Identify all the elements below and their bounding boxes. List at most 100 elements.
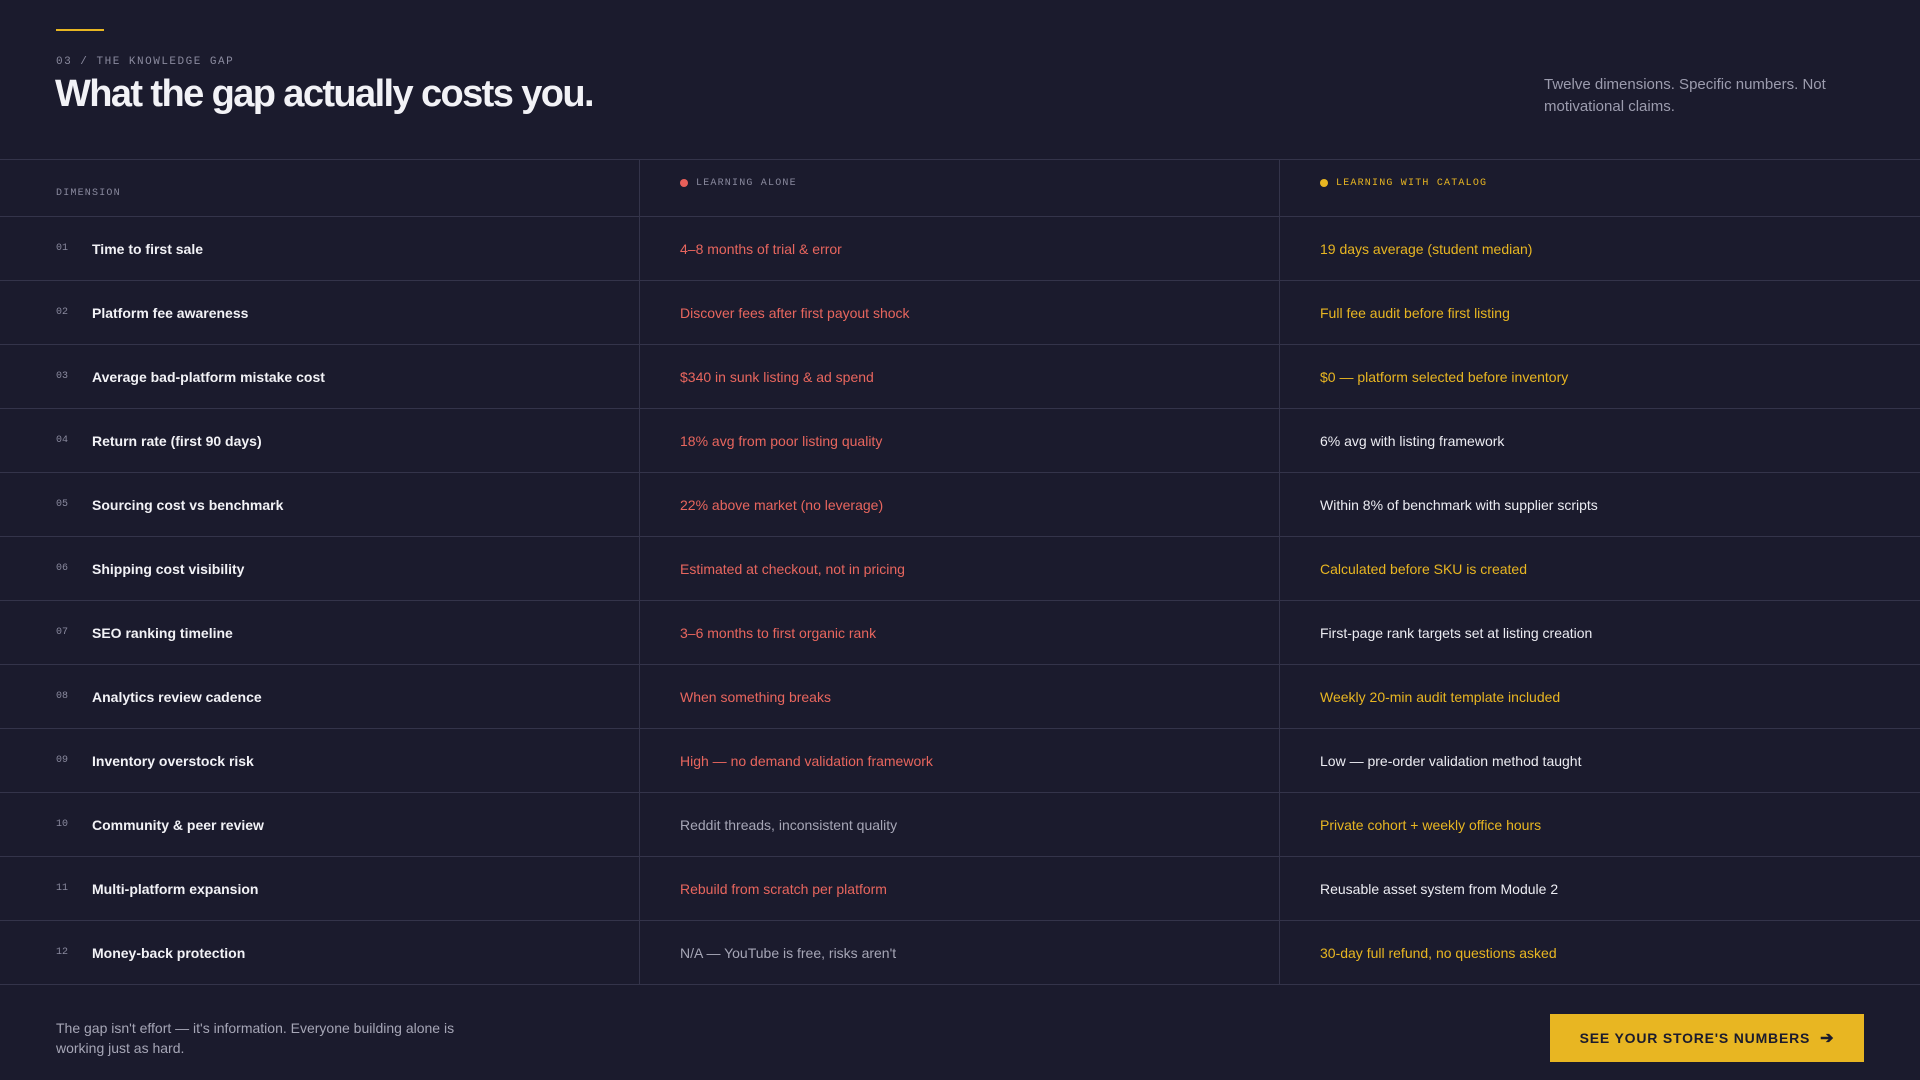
catalog-cell: 30-day full refund, no questions asked xyxy=(1280,921,1920,984)
row-number: 05 xyxy=(56,499,69,510)
alone-value: Estimated at checkout, not in pricing xyxy=(680,560,905,577)
alone-value: Discover fees after first payout shock xyxy=(680,304,910,321)
dimension-cell: 12 Money-back protection xyxy=(0,921,640,984)
alone-cell: 3–6 months to first organic rank xyxy=(640,601,1280,664)
dimension-cell: 04 Return rate (first 90 days) xyxy=(0,409,640,472)
catalog-cell: 19 days average (student median) xyxy=(1280,217,1920,280)
row-number: 09 xyxy=(56,755,69,766)
alone-cell: 22% above market (no leverage) xyxy=(640,473,1280,536)
table-row: 05 Sourcing cost vs benchmark 22% above ma… xyxy=(0,473,1920,537)
dimension-label: Return rate (first 90 days) xyxy=(92,432,262,449)
dimension-cell: 03 Average bad-platform mistake cost xyxy=(0,345,640,408)
dimension-label: SEO ranking timeline xyxy=(92,624,233,641)
page-subtitle: Twelve dimensions. Specific numbers. Not… xyxy=(1544,76,1826,115)
alone-cell: $340 in sunk listing & ad spend xyxy=(640,345,1280,408)
table-row: 02 Platform fee awareness Discover fees af… xyxy=(0,281,1920,345)
catalog-cell: Within 8% of benchmark with supplier scr… xyxy=(1280,473,1920,536)
dimension-cell: 07 SEO ranking timeline xyxy=(0,601,640,664)
catalog-value: 19 days average (student median) xyxy=(1320,240,1533,257)
dimension-label: Shipping cost visibility xyxy=(92,560,245,577)
alone-value: When something breaks xyxy=(680,688,831,705)
accent-line xyxy=(56,29,104,31)
dimension-cell: 08 Analytics review cadence xyxy=(0,665,640,728)
column-header-alone: LEARNING ALONE xyxy=(640,160,1280,216)
alone-cell: N/A — YouTube is free, risks aren't xyxy=(640,921,1280,984)
table-row: 10 Community & peer review Reddit threads,… xyxy=(0,793,1920,857)
dimension-cell: 05 Sourcing cost vs benchmark xyxy=(0,473,640,536)
catalog-value: First-page rank targets set at listing c… xyxy=(1320,624,1593,641)
dimension-label: Sourcing cost vs benchmark xyxy=(92,496,284,513)
alone-cell: 4–8 months of trial & error xyxy=(640,217,1280,280)
catalog-cell: Calculated before SKU is created xyxy=(1280,537,1920,600)
row-number: 01 xyxy=(56,243,69,254)
dimension-label: Multi-platform expansion xyxy=(92,880,259,897)
table-row: 08 Analytics review cadence When something… xyxy=(0,665,1920,729)
table-row: 12 Money-back protection N/A — YouTube is … xyxy=(0,921,1920,985)
dimension-label: Average bad-platform mistake cost xyxy=(92,368,325,385)
catalog-cell: $0 — platform selected before inventory xyxy=(1280,345,1920,408)
alone-value: Rebuild from scratch per platform xyxy=(680,880,887,897)
dimension-label: Time to first sale xyxy=(92,240,204,257)
comparison-table: DIMENSION LEARNING ALONE LEARNING WITH C… xyxy=(0,159,1920,985)
table-row: 07 SEO ranking timeline 3–6 months to firs… xyxy=(0,601,1920,665)
column-header-dimension-label: DIMENSION xyxy=(56,187,121,199)
catalog-value: Weekly 20-min audit template included xyxy=(1320,688,1561,705)
catalog-value: Within 8% of benchmark with supplier scr… xyxy=(1320,496,1598,513)
alone-cell: Rebuild from scratch per platform xyxy=(640,857,1280,920)
alone-value: 22% above market (no leverage) xyxy=(680,496,884,513)
table-row: 04 Return rate (first 90 days) 18% avg fro… xyxy=(0,409,1920,473)
alone-cell: 18% avg from poor listing quality xyxy=(640,409,1280,472)
dimension-cell: 10 Community & peer review xyxy=(0,793,640,856)
section-eyebrow: 03 / THE KNOWLEDGE GAP xyxy=(56,56,235,68)
page-title: What the gap actually costs you. xyxy=(55,73,595,115)
arrow-right-icon: ➔ xyxy=(1820,1030,1835,1047)
catalog-cell: Full fee audit before first listing xyxy=(1280,281,1920,344)
catalog-value: Low — pre-order validation method taught xyxy=(1320,752,1582,769)
alone-value: N/A — YouTube is free, risks aren't xyxy=(680,944,897,961)
dimension-cell: 01 Time to first sale xyxy=(0,217,640,280)
alone-cell: Discover fees after first payout shock xyxy=(640,281,1280,344)
dimension-cell: 02 Platform fee awareness xyxy=(0,281,640,344)
column-header-dimension: DIMENSION xyxy=(0,160,640,216)
row-number: 07 xyxy=(56,627,69,638)
alone-cell: High — no demand validation framework xyxy=(640,729,1280,792)
catalog-value: Calculated before SKU is created xyxy=(1320,560,1527,577)
row-number: 11 xyxy=(56,883,69,894)
catalog-cell: First-page rank targets set at listing c… xyxy=(1280,601,1920,664)
table-header-row: DIMENSION LEARNING ALONE LEARNING WITH C… xyxy=(0,160,1920,217)
row-number: 08 xyxy=(56,691,69,702)
catalog-value: Reusable asset system from Module 2 xyxy=(1320,880,1559,897)
catalog-value: 6% avg with listing framework xyxy=(1320,432,1505,449)
catalog-cell: Low — pre-order validation method taught xyxy=(1280,729,1920,792)
catalog-cell: Private cohort + weekly office hours xyxy=(1280,793,1920,856)
alone-value: 18% avg from poor listing quality xyxy=(680,432,883,449)
dimension-label: Inventory overstock risk xyxy=(92,752,254,769)
column-header-catalog-label: LEARNING WITH CATALOG xyxy=(1336,177,1488,189)
alone-value: High — no demand validation framework xyxy=(680,752,933,769)
alone-cell: Reddit threads, inconsistent quality xyxy=(640,793,1280,856)
dimension-label: Community & peer review xyxy=(92,816,264,833)
row-number: 04 xyxy=(56,435,69,446)
table-row: 01 Time to first sale 4–8 months of trial … xyxy=(0,217,1920,281)
see-store-numbers-button[interactable]: SEE YOUR STORE'S NUMBERS ➔ xyxy=(1550,1014,1864,1062)
catalog-value: Full fee audit before first listing xyxy=(1320,304,1510,321)
dimension-cell: 06 Shipping cost visibility xyxy=(0,537,640,600)
page: 03 / THE KNOWLEDGE GAP What the gap actu… xyxy=(0,0,1920,1080)
catalog-value: Private cohort + weekly office hours xyxy=(1320,816,1542,833)
cta-label: SEE YOUR STORE'S NUMBERS xyxy=(1579,1030,1811,1046)
catalog-cell: Reusable asset system from Module 2 xyxy=(1280,857,1920,920)
dimension-label: Money-back protection xyxy=(92,944,246,961)
dimension-cell: 09 Inventory overstock risk xyxy=(0,729,640,792)
dimension-cell: 11 Multi-platform expansion xyxy=(0,857,640,920)
table-row: 11 Multi-platform expansion Rebuild from s… xyxy=(0,857,1920,921)
alone-value: 4–8 months of trial & error xyxy=(680,240,842,257)
footer-text: The gap isn't effort — it's information.… xyxy=(56,1020,455,1056)
alone-cell: When something breaks xyxy=(640,665,1280,728)
table-row: 03 Average bad-platform mistake cost $340 … xyxy=(0,345,1920,409)
alone-value: $340 in sunk listing & ad spend xyxy=(680,368,874,385)
catalog-value: 30-day full refund, no questions asked xyxy=(1320,944,1557,961)
yellow-dot-icon xyxy=(1320,179,1328,187)
column-header-alone-label: LEARNING ALONE xyxy=(696,177,797,189)
catalog-cell: 6% avg with listing framework xyxy=(1280,409,1920,472)
alone-value: Reddit threads, inconsistent quality xyxy=(680,816,898,833)
